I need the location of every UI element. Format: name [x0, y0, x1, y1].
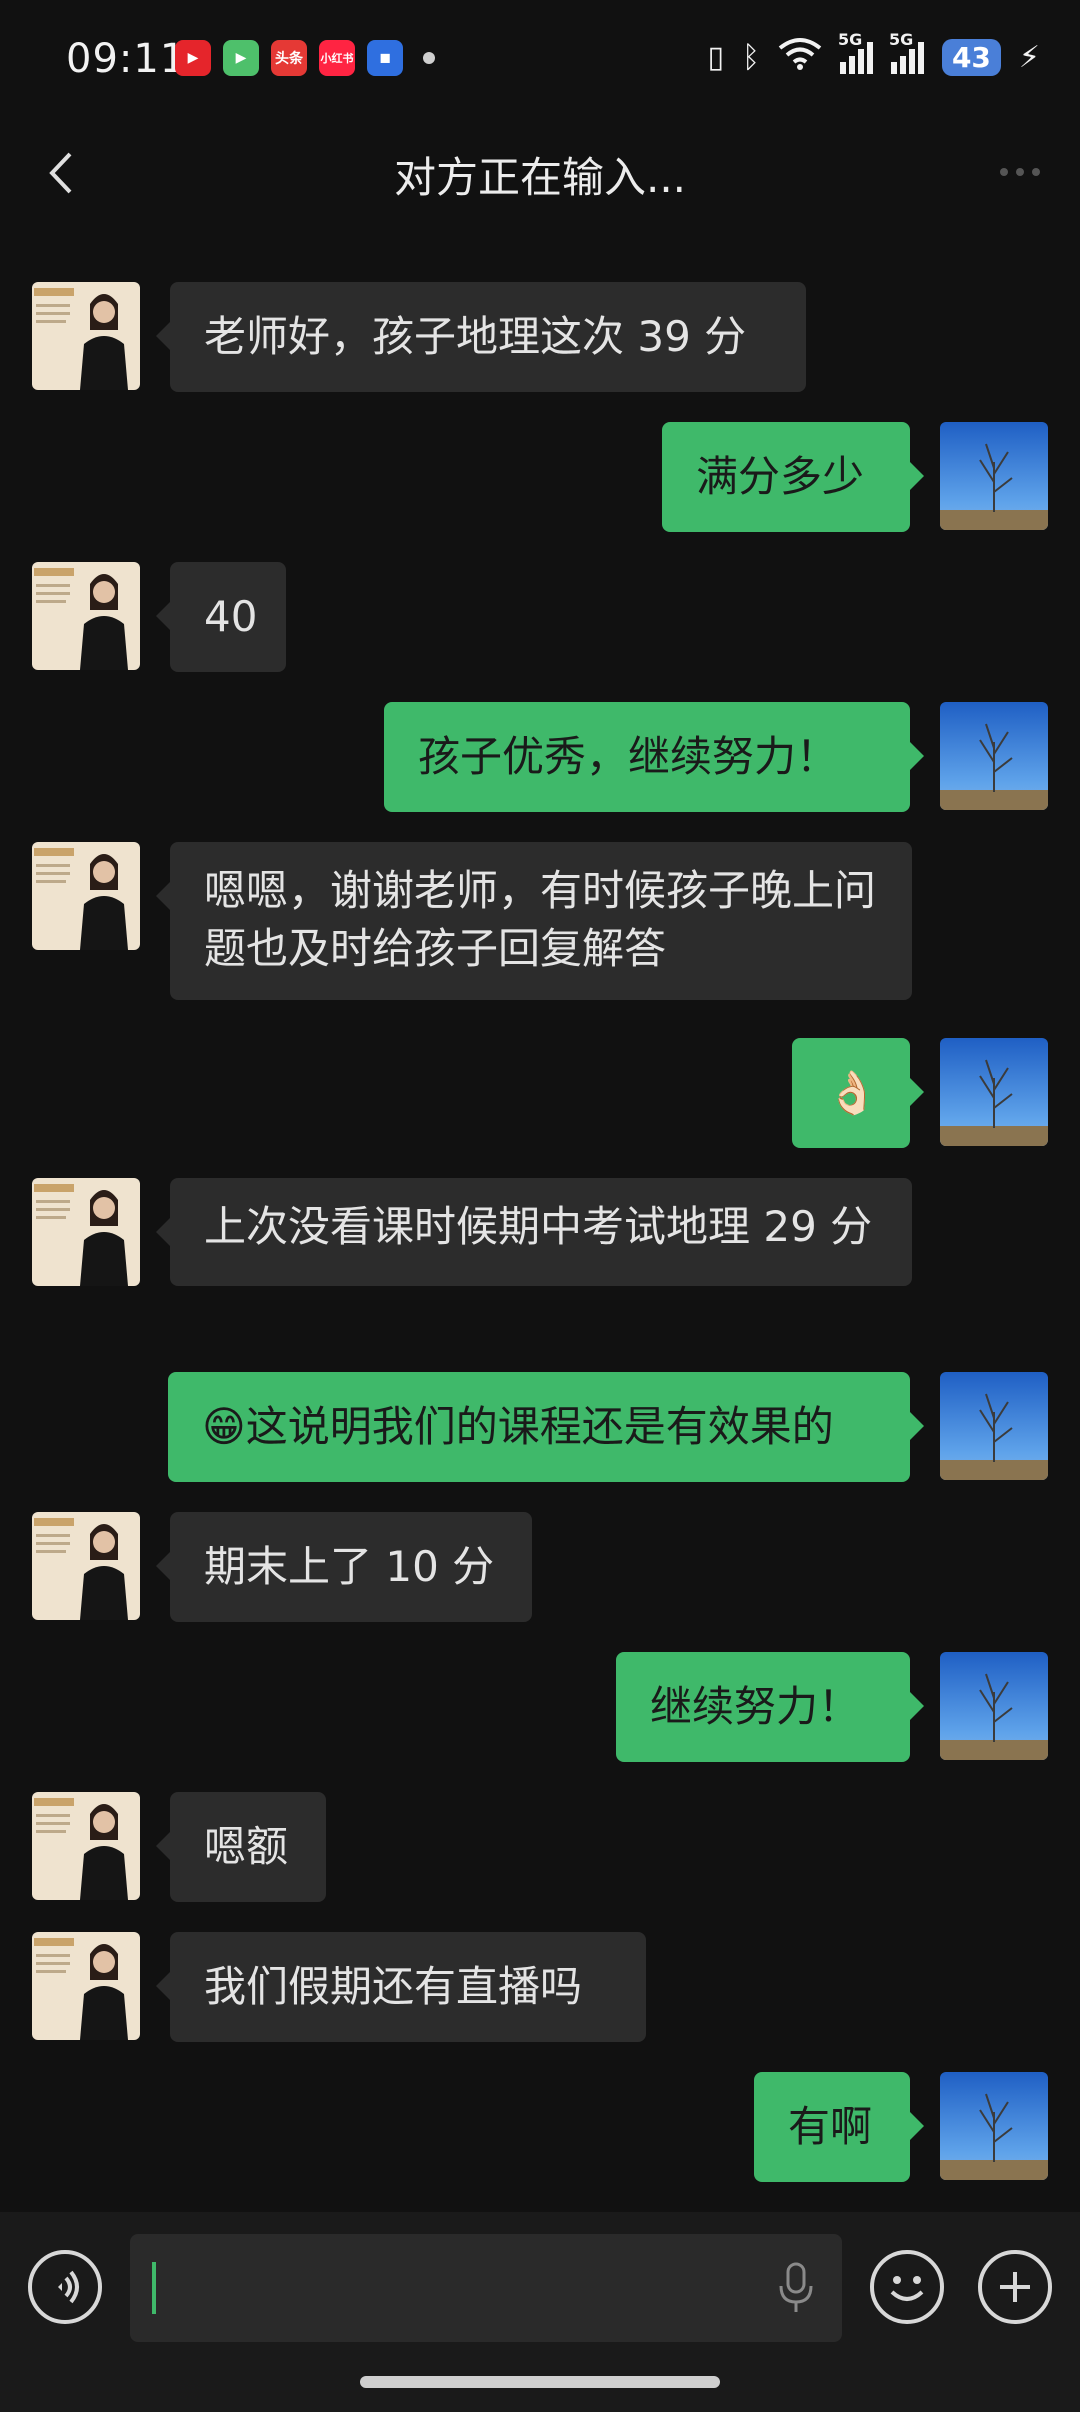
video-app-icon: ▶ — [175, 40, 211, 76]
chat-title: 对方正在输入... — [393, 153, 687, 202]
incoming-message[interactable]: 嗯额 — [156, 1792, 326, 1902]
signal-icon-1: 5G — [838, 30, 873, 74]
bluetooth-icon: ᛒ — [741, 39, 760, 75]
more-options-icon[interactable] — [1000, 168, 1040, 176]
my-avatar[interactable] — [940, 702, 1048, 810]
microphone-icon[interactable] — [776, 2262, 816, 2314]
my-avatar[interactable] — [940, 1372, 1048, 1480]
outgoing-message[interactable]: 孩子优秀，继续努力！ — [384, 702, 924, 812]
add-attachment-button[interactable] — [978, 2250, 1052, 2324]
outgoing-message[interactable]: 满分多少 — [662, 422, 924, 532]
text-cursor — [152, 2262, 156, 2314]
incoming-message[interactable]: 上次没看课时候期中考试地理 29 分 — [156, 1178, 912, 1286]
home-indicator[interactable] — [360, 2376, 720, 2388]
system-icons: ▯ ᛒ 5G 5G 43 ⚡ — [707, 30, 1040, 78]
incoming-message[interactable]: 嗯嗯，谢谢老师，有时候孩子晚上问题也及时给孩子回复解答 — [156, 842, 912, 1000]
emoji-button[interactable] — [870, 2250, 944, 2324]
my-avatar[interactable] — [940, 1038, 1048, 1146]
voice-input-button[interactable] — [28, 2250, 102, 2324]
teacher-avatar[interactable] — [32, 282, 140, 390]
vibrate-icon: ▯ — [707, 39, 724, 75]
toutiao-app-icon: 头条 — [271, 40, 307, 76]
charging-icon: ⚡ — [1018, 39, 1040, 75]
outgoing-message[interactable]: 继续努力！ — [616, 1652, 924, 1762]
incoming-message[interactable]: 老师好，孩子地理这次 39 分 — [156, 282, 806, 392]
teacher-avatar[interactable] — [32, 562, 140, 670]
signal-icon-2: 5G — [889, 30, 924, 74]
status-bar: 09:11 ▶ ▶ 头条 小红书 ◼ ▯ ᛒ 5G 5G 43 ⚡ — [0, 0, 1080, 120]
my-avatar[interactable] — [940, 422, 1048, 530]
teacher-avatar[interactable] — [32, 1512, 140, 1620]
more-notifications-dot — [423, 52, 435, 64]
outgoing-message[interactable]: 有啊 — [754, 2072, 924, 2182]
blue-app-icon: ◼ — [367, 40, 403, 76]
chat-header: 对方正在输入... — [0, 120, 1080, 230]
teacher-avatar[interactable] — [32, 1792, 140, 1900]
teacher-avatar[interactable] — [32, 842, 140, 950]
incoming-message[interactable]: 40 — [156, 562, 286, 672]
my-avatar[interactable] — [940, 1652, 1048, 1760]
incoming-message[interactable]: 我们假期还有直播吗 — [156, 1932, 646, 2042]
message-input[interactable] — [130, 2234, 842, 2342]
xiaohongshu-app-icon: 小红书 — [319, 40, 355, 76]
teacher-avatar[interactable] — [32, 1932, 140, 2040]
outgoing-message[interactable]: 😁这说明我们的课程还是有效果的 — [168, 1372, 924, 1482]
wifi-icon — [778, 36, 822, 78]
media-app-icon: ▶ — [223, 40, 259, 76]
battery-level: 43 — [941, 38, 1001, 76]
notification-app-icons: ▶ ▶ 头条 小红书 ◼ — [175, 40, 435, 76]
outgoing-message[interactable]: 👌🏻 — [792, 1038, 924, 1148]
my-avatar[interactable] — [940, 2072, 1048, 2180]
incoming-message[interactable]: 期末上了 10 分 — [156, 1512, 532, 1622]
status-time: 09:11 — [66, 36, 187, 82]
input-bar — [0, 2212, 1080, 2412]
teacher-avatar[interactable] — [32, 1178, 140, 1286]
